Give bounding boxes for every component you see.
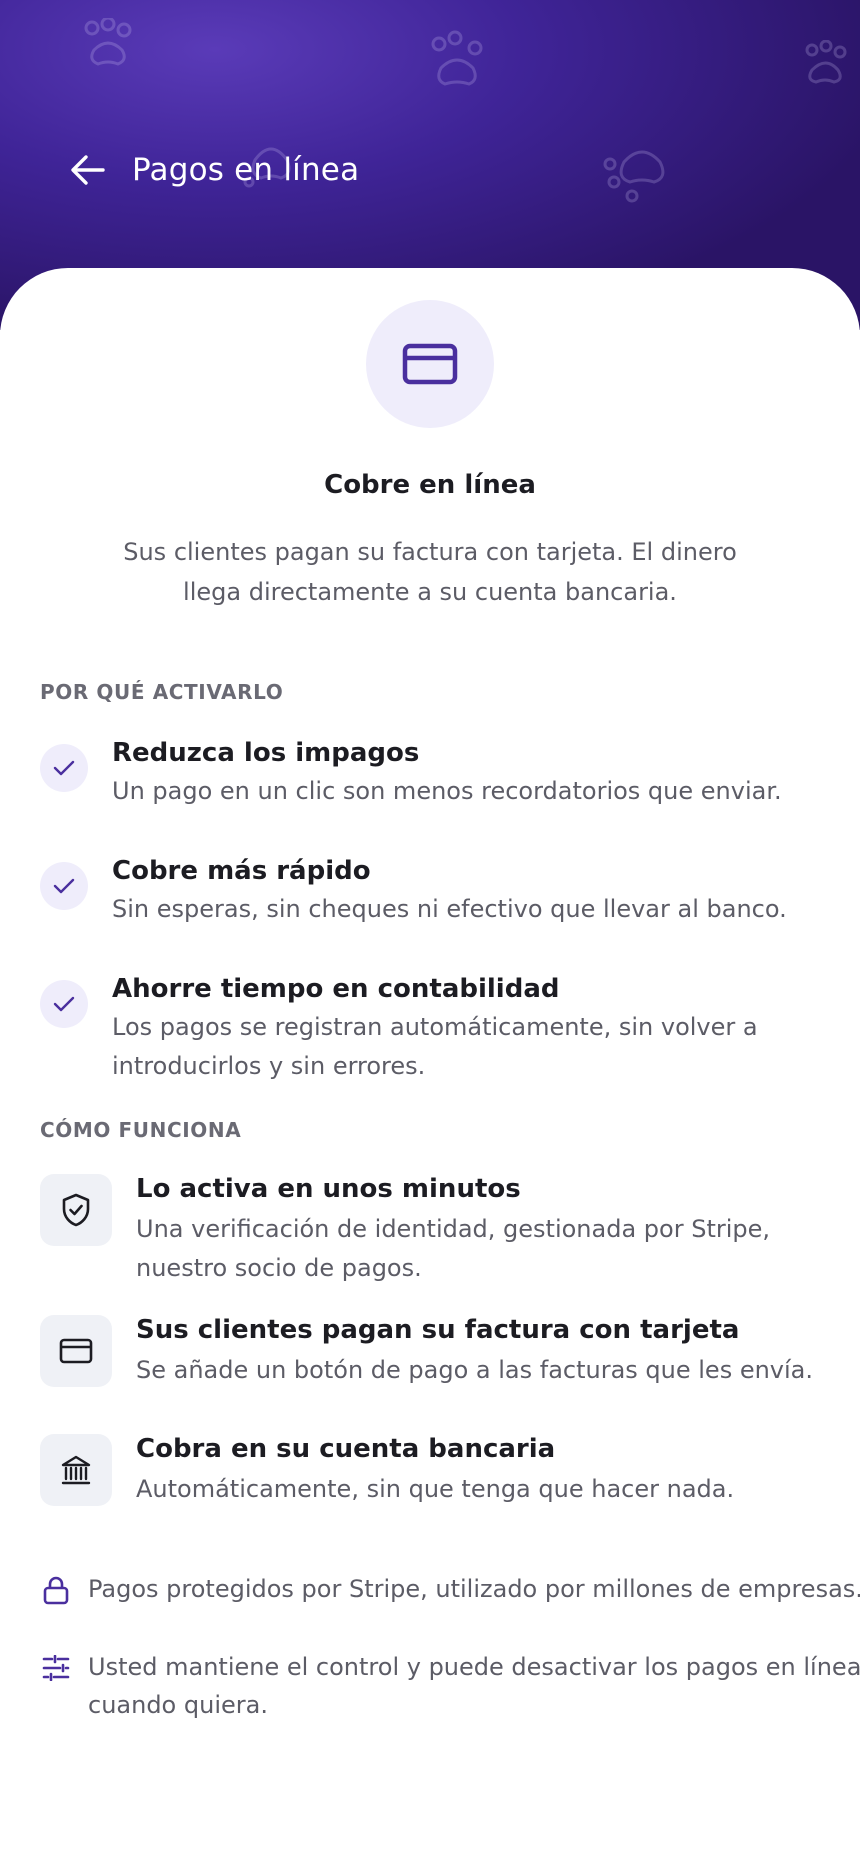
back-button[interactable] — [68, 150, 108, 190]
paw-print-icon — [800, 40, 860, 90]
section-label-why: POR QUÉ ACTIVARLO — [40, 680, 284, 704]
sliders-icon — [42, 1655, 70, 1681]
paw-print-icon — [425, 30, 495, 90]
check-icon — [53, 878, 75, 894]
paw-print-icon — [80, 18, 140, 68]
note-icon-wrap — [40, 1574, 72, 1606]
header-bar: Pagos en línea — [68, 150, 359, 190]
paw-print-icon — [598, 140, 678, 210]
benefit-description: Los pagos se registran automáticamente, … — [112, 1013, 758, 1080]
note-text: Usted mantiene el control y puede desact… — [88, 1653, 860, 1719]
credit-card-icon — [59, 1338, 93, 1364]
step-title: Lo activa en unos minutos — [136, 1174, 521, 1204]
section-label-how: CÓMO FUNCIONA — [40, 1118, 242, 1142]
step-description: Se añade un botón de pago a las facturas… — [136, 1356, 814, 1384]
benefit-title: Ahorre tiempo en contabilidad — [112, 974, 560, 1004]
step-icon-box — [40, 1434, 112, 1506]
benefit-title: Reduzca los impagos — [112, 738, 420, 768]
benefit-title: Cobre más rápido — [112, 856, 371, 886]
lock-icon — [43, 1576, 69, 1605]
arrow-left-icon — [71, 155, 105, 185]
step-description: Una verificación de identidad, gestionad… — [136, 1215, 771, 1282]
step-description: Automáticamente, sin que tenga que hacer… — [136, 1475, 735, 1503]
benefit-description: Sin esperas, sin cheques ni efectivo que… — [112, 895, 787, 923]
step-icon-box — [40, 1174, 112, 1246]
check-badge — [40, 744, 88, 792]
page-title: Pagos en línea — [132, 152, 360, 188]
hero-title: Cobre en línea — [324, 470, 536, 500]
check-badge — [40, 862, 88, 910]
step-title: Cobra en su cuenta bancaria — [136, 1434, 556, 1464]
benefit-description: Un pago en un clic son menos recordatori… — [112, 777, 782, 805]
note-icon-wrap — [40, 1652, 72, 1684]
note-text: Pagos protegidos por Stripe, utilizado p… — [88, 1575, 860, 1603]
credit-card-icon — [402, 343, 458, 385]
check-icon — [53, 760, 75, 776]
step-title: Sus clientes pagan su factura con tarjet… — [136, 1315, 740, 1345]
check-badge — [40, 980, 88, 1028]
bank-icon — [61, 1455, 91, 1485]
content-sheet: Cobre en línea Sus clientes pagan su fac… — [0, 268, 860, 1864]
step-icon-box — [40, 1315, 112, 1387]
hero-subtitle: Sus clientes pagan su factura con tarjet… — [123, 538, 737, 606]
hero-icon-circle — [366, 300, 494, 428]
check-icon — [53, 996, 75, 1012]
shield-check-icon — [62, 1193, 90, 1227]
